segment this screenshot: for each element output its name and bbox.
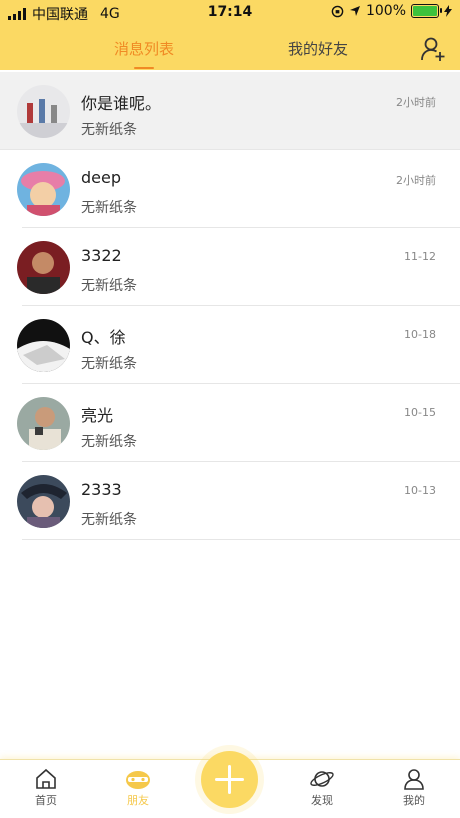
message-preview: 无新纸条 bbox=[81, 434, 137, 450]
contact-name: 亮光 bbox=[81, 406, 114, 425]
profile-icon bbox=[404, 769, 424, 790]
avatar bbox=[17, 397, 70, 450]
rotation-lock-icon bbox=[331, 5, 344, 17]
conversation-row[interactable]: 2333 无新纸条 10-13 bbox=[17, 462, 460, 540]
contact-name: 2333 bbox=[81, 480, 122, 499]
status-bar: 中国联通 4G 17:14 100% bbox=[0, 0, 460, 24]
message-preview: 无新纸条 bbox=[81, 122, 137, 138]
home-icon bbox=[36, 768, 56, 789]
message-time: 2小时前 bbox=[396, 96, 436, 109]
nav-friends[interactable]: 朋友 bbox=[108, 768, 168, 808]
add-user-icon[interactable] bbox=[420, 36, 446, 62]
compose-plus-button[interactable] bbox=[201, 751, 258, 808]
message-preview: 无新纸条 bbox=[81, 512, 137, 528]
message-time: 10-18 bbox=[404, 328, 436, 341]
conversation-row[interactable]: 3322 无新纸条 11-12 bbox=[17, 228, 460, 306]
conversation-list: 你是谁呢。 无新纸条 2小时前 deep 无新纸条 2小时前 3322 无新纸条… bbox=[0, 72, 460, 540]
location-icon bbox=[349, 6, 360, 16]
friends-icon bbox=[126, 771, 150, 789]
nav-me[interactable]: 我的 bbox=[384, 768, 444, 808]
message-preview: 无新纸条 bbox=[81, 356, 137, 372]
avatar bbox=[17, 163, 70, 216]
nav-home-label: 首页 bbox=[35, 794, 57, 807]
nav-discover-label: 发现 bbox=[311, 794, 333, 807]
contact-name: 你是谁呢。 bbox=[81, 94, 162, 113]
message-time: 11-12 bbox=[404, 250, 436, 263]
conversation-row[interactable]: 你是谁呢。 无新纸条 2小时前 bbox=[0, 72, 460, 150]
conversation-row[interactable]: Q、徐 无新纸条 10-18 bbox=[17, 306, 460, 384]
top-header: 中国联通 4G 17:14 100% 消息列表 我的好友 bbox=[0, 0, 460, 70]
message-time: 2小时前 bbox=[396, 174, 436, 187]
planet-icon bbox=[310, 771, 334, 787]
battery-label: 100% bbox=[365, 3, 406, 19]
contact-name: 3322 bbox=[81, 246, 122, 265]
nav-discover[interactable]: 发现 bbox=[292, 768, 352, 808]
message-time: 10-13 bbox=[404, 484, 436, 497]
message-time: 10-15 bbox=[404, 406, 436, 419]
bottom-nav: 首页 朋友 发现 我的 bbox=[0, 751, 460, 818]
nav-home[interactable]: 首页 bbox=[16, 768, 76, 808]
avatar bbox=[17, 319, 70, 372]
tab-my-friends[interactable]: 我的好友 bbox=[288, 38, 348, 59]
charging-icon bbox=[444, 5, 452, 17]
nav-friends-label: 朋友 bbox=[127, 794, 149, 807]
nav-me-label: 我的 bbox=[403, 794, 425, 807]
conversation-row[interactable]: 亮光 无新纸条 10-15 bbox=[17, 384, 460, 462]
contact-name: deep bbox=[81, 168, 121, 187]
message-preview: 无新纸条 bbox=[81, 200, 137, 216]
battery-icon bbox=[411, 4, 442, 18]
avatar bbox=[17, 85, 70, 138]
contact-name: Q、徐 bbox=[81, 328, 126, 347]
avatar bbox=[17, 475, 70, 528]
header-tabs: 消息列表 我的好友 bbox=[0, 34, 460, 70]
tab-message-list[interactable]: 消息列表 bbox=[114, 38, 174, 69]
message-preview: 无新纸条 bbox=[81, 278, 137, 294]
avatar bbox=[17, 241, 70, 294]
conversation-row[interactable]: deep 无新纸条 2小时前 bbox=[17, 150, 460, 228]
